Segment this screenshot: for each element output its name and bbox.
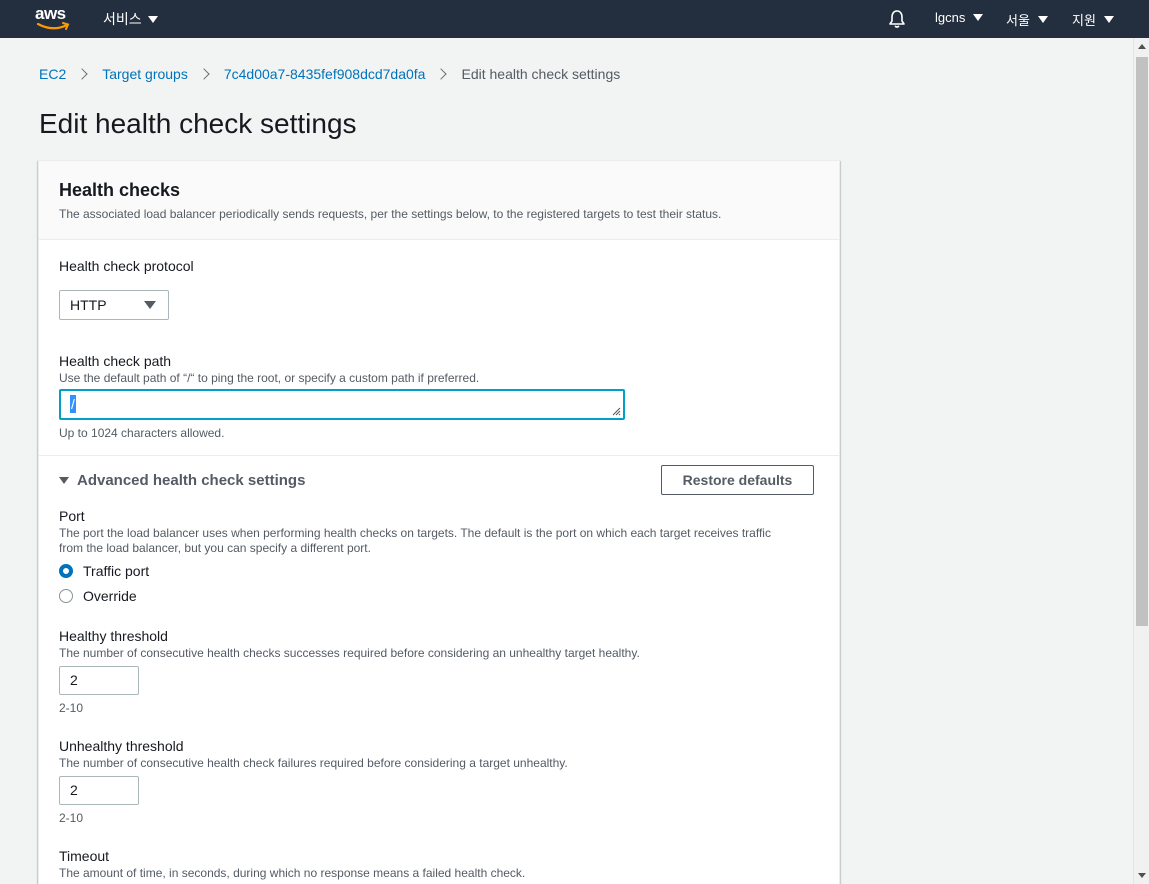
aws-smile-icon: [37, 22, 70, 30]
services-menu[interactable]: 서비스: [103, 9, 158, 29]
path-input-value: /: [70, 395, 76, 413]
health-check-path-input[interactable]: /: [59, 389, 625, 420]
caret-down-icon: [59, 477, 69, 484]
breadcrumb: EC2 Target groups 7c4d00a7-8435fef908dcd…: [39, 66, 620, 82]
chevron-right-icon: [76, 68, 88, 80]
radio-override[interactable]: Override: [59, 588, 137, 604]
restore-defaults-button[interactable]: Restore defaults: [661, 465, 814, 495]
advanced-settings-toggle[interactable]: Advanced health check settings: [59, 472, 305, 489]
account-menu[interactable]: lgcns: [935, 10, 984, 25]
section-divider: [39, 455, 839, 456]
healthy-threshold-input[interactable]: 2: [59, 666, 139, 695]
account-label: lgcns: [935, 10, 966, 25]
panel-header: Health checks The associated load balanc…: [39, 161, 839, 240]
unhealthy-threshold-value: 2: [70, 782, 78, 798]
chevron-down-icon: [1037, 16, 1048, 23]
path-hint: Up to 1024 characters allowed.: [59, 426, 225, 440]
breadcrumb-target-groups[interactable]: Target groups: [102, 66, 188, 82]
unhealthy-threshold-input[interactable]: 2: [59, 776, 139, 805]
healthy-threshold-label: Healthy threshold: [59, 628, 168, 644]
timeout-label: Timeout: [59, 848, 110, 864]
unhealthy-threshold-label: Unhealthy threshold: [59, 738, 184, 754]
scroll-down-arrow-icon[interactable]: [1138, 873, 1146, 878]
path-label: Health check path: [59, 353, 172, 369]
healthy-threshold-description: The number of consecutive health checks …: [59, 646, 640, 660]
breadcrumb-ec2[interactable]: EC2: [39, 66, 66, 82]
chevron-down-icon: [1103, 16, 1114, 23]
protocol-value: HTTP: [70, 297, 107, 313]
panel-description: The associated load balancer periodicall…: [59, 207, 722, 221]
breadcrumb-target-group-id[interactable]: 7c4d00a7-8435fef908dcd7da0fa: [224, 66, 426, 82]
region-label: 서울: [1006, 13, 1030, 28]
timeout-description: The amount of time, in seconds, during w…: [59, 866, 526, 880]
scrollbar-thumb[interactable]: [1136, 57, 1148, 626]
chevron-down-icon: [147, 15, 158, 23]
chevron-right-icon: [435, 68, 448, 80]
chevron-down-icon: [973, 14, 984, 21]
advanced-settings-label: Advanced health check settings: [77, 472, 306, 489]
support-label: 지원: [1072, 13, 1096, 28]
protocol-label: Health check protocol: [59, 258, 194, 274]
healthy-threshold-range: 2-10: [59, 701, 84, 715]
unhealthy-threshold-description: The number of consecutive health check f…: [59, 756, 568, 770]
port-description-line1: The port the load balancer uses when per…: [59, 526, 771, 540]
top-nav-bar: aws 서비스 lgcns 서울 지원: [0, 0, 1149, 38]
breadcrumb-current: Edit health check settings: [461, 66, 621, 82]
protocol-select[interactable]: HTTP: [59, 290, 169, 320]
chevron-right-icon: [198, 68, 210, 80]
radio-traffic-port-label: Traffic port: [83, 563, 150, 579]
aws-logo[interactable]: aws: [34, 5, 74, 33]
radio-override-label: Override: [83, 588, 137, 604]
radio-unchecked-icon[interactable]: [59, 589, 73, 603]
panel-title: Health checks: [59, 180, 181, 200]
page-scrollbar[interactable]: [1133, 38, 1149, 884]
caret-down-icon: [144, 301, 156, 309]
services-label: 서비스: [103, 11, 142, 27]
radio-traffic-port[interactable]: Traffic port: [59, 563, 149, 579]
scroll-up-arrow-icon[interactable]: [1138, 44, 1146, 49]
page-title: Edit health check settings: [39, 108, 357, 139]
port-label: Port: [59, 508, 85, 524]
aws-logo-text: aws: [35, 4, 66, 23]
port-description-line2: from the load balancer, but you can spec…: [59, 541, 371, 555]
unhealthy-threshold-range: 2-10: [59, 811, 84, 825]
resize-grip-icon[interactable]: [612, 407, 621, 416]
health-checks-panel: Health checks The associated load balanc…: [38, 160, 840, 884]
region-menu[interactable]: 서울: [1006, 10, 1048, 29]
path-description: Use the default path of “/“ to ping the …: [59, 371, 480, 385]
healthy-threshold-value: 2: [70, 672, 78, 688]
bell-icon[interactable]: [887, 9, 907, 29]
radio-checked-icon[interactable]: [59, 564, 73, 578]
support-menu[interactable]: 지원: [1072, 10, 1114, 29]
